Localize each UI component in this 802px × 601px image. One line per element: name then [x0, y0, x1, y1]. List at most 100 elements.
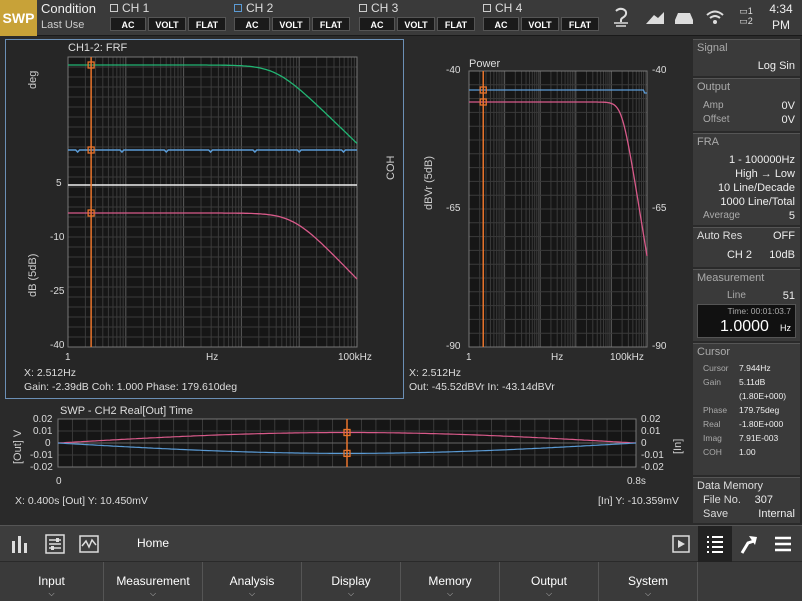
list-view-button[interactable]	[698, 526, 732, 562]
amp-label: Amp	[703, 100, 724, 111]
menu-icon[interactable]	[772, 533, 794, 555]
channel-ch2[interactable]: CH 2 AC VOLT FLAT	[234, 0, 352, 36]
home-label[interactable]: Home	[137, 536, 169, 550]
wifi-icon[interactable]	[703, 6, 727, 28]
autores-section[interactable]: Auto Res OFF CH 2 10dB	[693, 227, 800, 267]
signal-section[interactable]: Signal Log Sin	[693, 39, 800, 76]
menu-measurement[interactable]: Measurement ⌵	[104, 562, 203, 601]
time-out-axis-label: [Out] V	[12, 429, 24, 464]
menu-output[interactable]: Output ⌵	[500, 562, 599, 601]
sliders-icon[interactable]	[44, 533, 66, 555]
time-in-axis-label: [In]	[672, 438, 684, 454]
list-icon	[707, 536, 723, 553]
channel-checkbox[interactable]	[483, 4, 491, 12]
clock-ampm: PM	[772, 18, 790, 32]
channel-ch1[interactable]: CH 1 AC VOLT FLAT	[110, 0, 228, 36]
time-x-tick: 0.8s	[627, 476, 646, 487]
menu-label: Memory	[428, 574, 472, 588]
save-value: Internal	[758, 508, 795, 520]
coupling-button[interactable]: AC	[234, 17, 270, 31]
power-plot[interactable]	[468, 70, 648, 348]
channel-ch3[interactable]: CH 3 AC VOLT FLAT	[359, 0, 477, 36]
power-y-tick: -65	[446, 203, 461, 214]
frf-plot[interactable]	[67, 56, 358, 348]
bar-chart-icon[interactable]	[9, 533, 31, 555]
filter-button[interactable]: FLAT	[561, 17, 599, 31]
storage-icon[interactable]	[672, 6, 696, 28]
cursor-header: Cursor	[697, 346, 731, 358]
cursor-section[interactable]: Cursor Cursor 7.944Hz Gain 5.11dB (1.80E+000…	[693, 343, 800, 475]
measurement-value: 1.0000	[720, 318, 769, 335]
arrow-up-right-icon[interactable]	[738, 533, 760, 555]
time-y-tick: 0	[45, 438, 51, 449]
play-icon[interactable]	[670, 533, 692, 555]
unit-button[interactable]: VOLT	[272, 17, 310, 31]
fra-section[interactable]: FRA 1 - 100000Hz High → Low 10 Line/Deca…	[693, 133, 800, 225]
filter-button[interactable]: FLAT	[437, 17, 475, 31]
cursor-row-label: Cursor	[703, 363, 729, 373]
unit-button[interactable]: VOLT	[397, 17, 435, 31]
coupling-button[interactable]: AC	[483, 17, 519, 31]
frf-y-tick: -10	[50, 232, 65, 243]
mode-button[interactable]: SWP	[0, 0, 37, 36]
clock-time: 4:34	[769, 2, 793, 16]
time-plot[interactable]	[57, 418, 637, 468]
coupling-button[interactable]: AC	[359, 17, 395, 31]
menu-label: Measurement	[116, 574, 190, 588]
channel-checkbox[interactable]	[359, 4, 367, 12]
menu-input[interactable]: Input ⌵	[0, 562, 104, 601]
condition-button[interactable]: Condition Last Use	[41, 1, 96, 33]
chevron-down-icon: ⌵	[149, 589, 157, 598]
menu-analysis[interactable]: Analysis ⌵	[203, 562, 302, 601]
cursor-row-value: 5.11dB	[739, 377, 766, 387]
save-label: Save	[703, 508, 729, 520]
condition-sub: Last Use	[41, 19, 85, 31]
average-label: Average	[703, 210, 741, 221]
autores-range: 10dB	[769, 249, 795, 261]
cursor-row-label: Imag	[703, 433, 722, 443]
measurement-section[interactable]: Measurement Line 51 Time: 00:01:03.7 1.00…	[693, 269, 800, 341]
data-memory-header: Data Memory	[697, 480, 764, 492]
cursor-row-value: -1.80E+000	[739, 419, 784, 429]
frf-x-tick: Hz	[206, 352, 219, 363]
channel-checkbox[interactable]	[110, 4, 118, 12]
channel-ch4[interactable]: CH 4 AC VOLT FLAT	[483, 0, 601, 36]
filter-button[interactable]: FLAT	[312, 17, 350, 31]
chevron-down-icon: ⌵	[248, 589, 256, 598]
time-y-tick-right: 0.02	[641, 414, 661, 425]
menu-memory[interactable]: Memory ⌵	[401, 562, 500, 601]
time-readout-right: [In] Y: -10.359mV	[598, 495, 679, 507]
unit-button[interactable]: VOLT	[521, 17, 559, 31]
amp-value: 0V	[781, 100, 795, 112]
data-memory-section[interactable]: Data Memory File No. 307 Save Internal	[693, 477, 800, 523]
coupling-button[interactable]: AC	[110, 17, 146, 31]
autores-state: OFF	[773, 230, 795, 242]
menu-system[interactable]: System ⌵	[599, 562, 698, 601]
chevron-down-icon: ⌵	[644, 589, 652, 598]
measurement-time: Time: 00:01:03.7	[727, 306, 791, 316]
waveform-icon[interactable]	[78, 533, 100, 555]
menu-label: System	[627, 574, 668, 588]
cursor-row-label: Phase	[703, 405, 728, 415]
time-y-tick-right: -0.01	[641, 450, 664, 461]
average-value: 5	[788, 210, 795, 222]
usb-icon[interactable]	[609, 6, 633, 28]
autores-header: Auto Res	[697, 230, 743, 242]
time-title: SWP - CH2 Real[Out] Time	[60, 405, 194, 417]
output-header: Output	[697, 81, 731, 93]
frf-y-tick: -40	[50, 340, 65, 351]
autores-channel: CH 2	[726, 249, 752, 261]
filter-button[interactable]: FLAT	[188, 17, 226, 31]
fra-density: 10 Line/Decade	[717, 182, 795, 194]
settings-sidebar: Signal Log Sin Output Amp 0V Offset 0V FRA…	[693, 39, 801, 523]
signal-icon[interactable]	[643, 6, 667, 28]
cursor-row-label: Gain	[703, 377, 721, 387]
signal-header: Signal	[697, 42, 728, 54]
line-value: 51	[782, 290, 795, 302]
unit-button[interactable]: VOLT	[148, 17, 186, 31]
power-axis-label: dBVr (5dB)	[423, 155, 435, 210]
menu-display[interactable]: Display ⌵	[302, 562, 401, 601]
output-section[interactable]: Output Amp 0V Offset 0V	[693, 78, 800, 131]
channel-checkbox[interactable]	[234, 4, 242, 12]
home-bar: Home	[0, 525, 802, 562]
